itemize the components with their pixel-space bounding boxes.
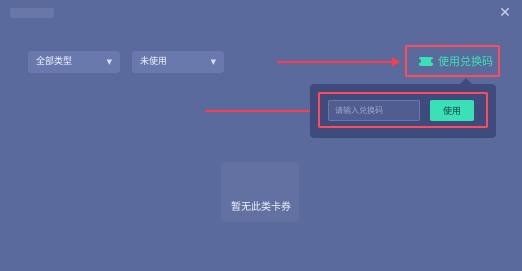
close-icon[interactable]: ✕ <box>498 6 512 20</box>
type-filter-select[interactable]: 全部类型 ▼ <box>28 51 120 73</box>
chevron-down-icon: ▼ <box>106 58 112 66</box>
dialog-title-placeholder <box>10 8 54 18</box>
use-button[interactable]: 使用 <box>430 100 474 121</box>
type-filter-value: 全部类型 <box>36 57 73 67</box>
redeem-code-popup: 使用 <box>310 78 496 138</box>
annotation-arrow <box>277 57 400 67</box>
ticket-icon <box>417 56 435 66</box>
redeem-code-input[interactable] <box>328 100 420 121</box>
empty-state-illustration <box>221 162 299 222</box>
status-filter-select[interactable]: 未使用 ▼ <box>132 51 224 73</box>
empty-state-message: 暂无此类卡券 <box>231 202 291 213</box>
popup-pointer <box>460 78 472 84</box>
chevron-down-icon: ▼ <box>210 58 216 66</box>
annotation-arrow <box>205 106 318 116</box>
use-redeem-code-label: 使用兑换码 <box>438 55 493 68</box>
status-filter-value: 未使用 <box>140 57 168 67</box>
use-redeem-code-button[interactable]: 使用兑换码 <box>405 45 500 77</box>
